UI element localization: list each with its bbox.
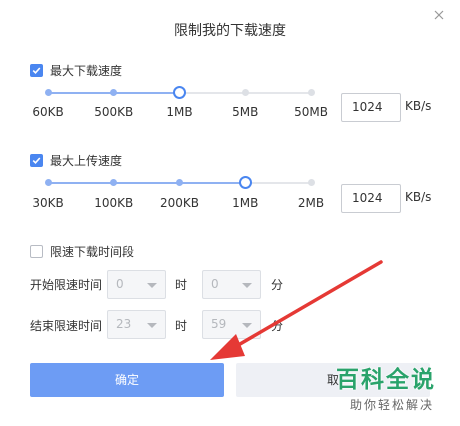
- speed-limit-dialog: 限制我的下载速度 最大下载速度 60KB 500KB 1MB 5MB 50MB 1024…: [0, 0, 460, 426]
- upload-slider-stop[interactable]: [44, 179, 52, 186]
- watermark-logo: 百科全说 助你轻松解决: [336, 366, 448, 418]
- download-speed-unit: KB/s: [405, 99, 432, 113]
- upload-tick-label: 2MB: [297, 196, 325, 210]
- download-tick-label: 1MB: [166, 105, 193, 119]
- download-speed-input[interactable]: 1024: [341, 93, 401, 122]
- start-hour-value: 0: [116, 277, 124, 291]
- download-tick-label: 5MB: [232, 105, 259, 119]
- download-limit-label: 最大下载速度: [50, 64, 123, 78]
- checkbox-unchecked-icon: [30, 245, 43, 258]
- close-icon[interactable]: [432, 8, 446, 22]
- upload-slider-stop[interactable]: [110, 179, 118, 186]
- download-tick-label: 60KB: [32, 105, 64, 119]
- minute-suffix: 分: [271, 278, 284, 292]
- slider-fill: [48, 182, 246, 184]
- upload-tick-label: 1MB: [232, 196, 259, 210]
- end-hour-select[interactable]: 23: [107, 310, 166, 339]
- upload-tick-label: 200KB: [159, 196, 200, 210]
- start-minute-value: 0: [211, 277, 219, 291]
- chevron-down-icon: [147, 323, 157, 328]
- upload-limit-checkbox[interactable]: 最大上传速度: [30, 152, 122, 169]
- end-minute-select[interactable]: 59: [202, 310, 261, 339]
- chevron-down-icon: [242, 283, 252, 288]
- upload-slider-stop[interactable]: [176, 179, 183, 186]
- start-time-label: 开始限速时间: [30, 278, 103, 292]
- upload-speed-input[interactable]: 1024: [341, 184, 401, 213]
- chevron-down-icon: [242, 323, 252, 328]
- chevron-down-icon: [147, 283, 157, 288]
- end-minute-value: 59: [211, 317, 227, 331]
- checkbox-checked-icon: [30, 64, 43, 77]
- watermark-subtitle: 助你轻松解决: [349, 398, 434, 412]
- download-speed-slider[interactable]: [44, 86, 315, 99]
- download-slider-thumb[interactable]: [173, 86, 186, 99]
- download-slider-stop[interactable]: [110, 89, 118, 96]
- start-hour-select[interactable]: 0: [107, 270, 166, 299]
- download-slider-stop[interactable]: [44, 89, 52, 96]
- download-tick-label: 500KB: [94, 105, 134, 119]
- download-limit-checkbox[interactable]: 最大下载速度: [30, 62, 122, 79]
- checkbox-checked-icon: [30, 154, 43, 167]
- schedule-limit-checkbox[interactable]: 限速下载时间段: [30, 243, 134, 260]
- upload-slider-thumb[interactable]: [238, 176, 252, 189]
- download-slider-stop[interactable]: [241, 89, 249, 96]
- end-hour-value: 23: [116, 317, 132, 331]
- start-minute-select[interactable]: 0: [202, 270, 261, 299]
- end-time-label: 结束限速时间: [30, 319, 103, 333]
- confirm-button[interactable]: 确定: [30, 363, 224, 397]
- upload-limit-label: 最大上传速度: [50, 154, 123, 168]
- schedule-limit-label: 限速下载时间段: [50, 245, 135, 259]
- hour-suffix: 时: [175, 278, 188, 292]
- download-slider-stop[interactable]: [307, 89, 315, 96]
- upload-speed-unit: KB/s: [405, 190, 432, 204]
- download-tick-label: 50MB: [294, 105, 328, 119]
- upload-tick-label: 30KB: [32, 196, 64, 210]
- watermark-title: 百科全说: [336, 367, 436, 393]
- upload-tick-label: 100KB: [94, 196, 134, 210]
- dialog-title: 限制我的下载速度: [174, 23, 286, 39]
- hour-suffix: 时: [175, 319, 188, 333]
- upload-speed-slider[interactable]: [44, 176, 315, 189]
- upload-slider-stop[interactable]: [307, 179, 315, 186]
- minute-suffix: 分: [271, 319, 284, 333]
